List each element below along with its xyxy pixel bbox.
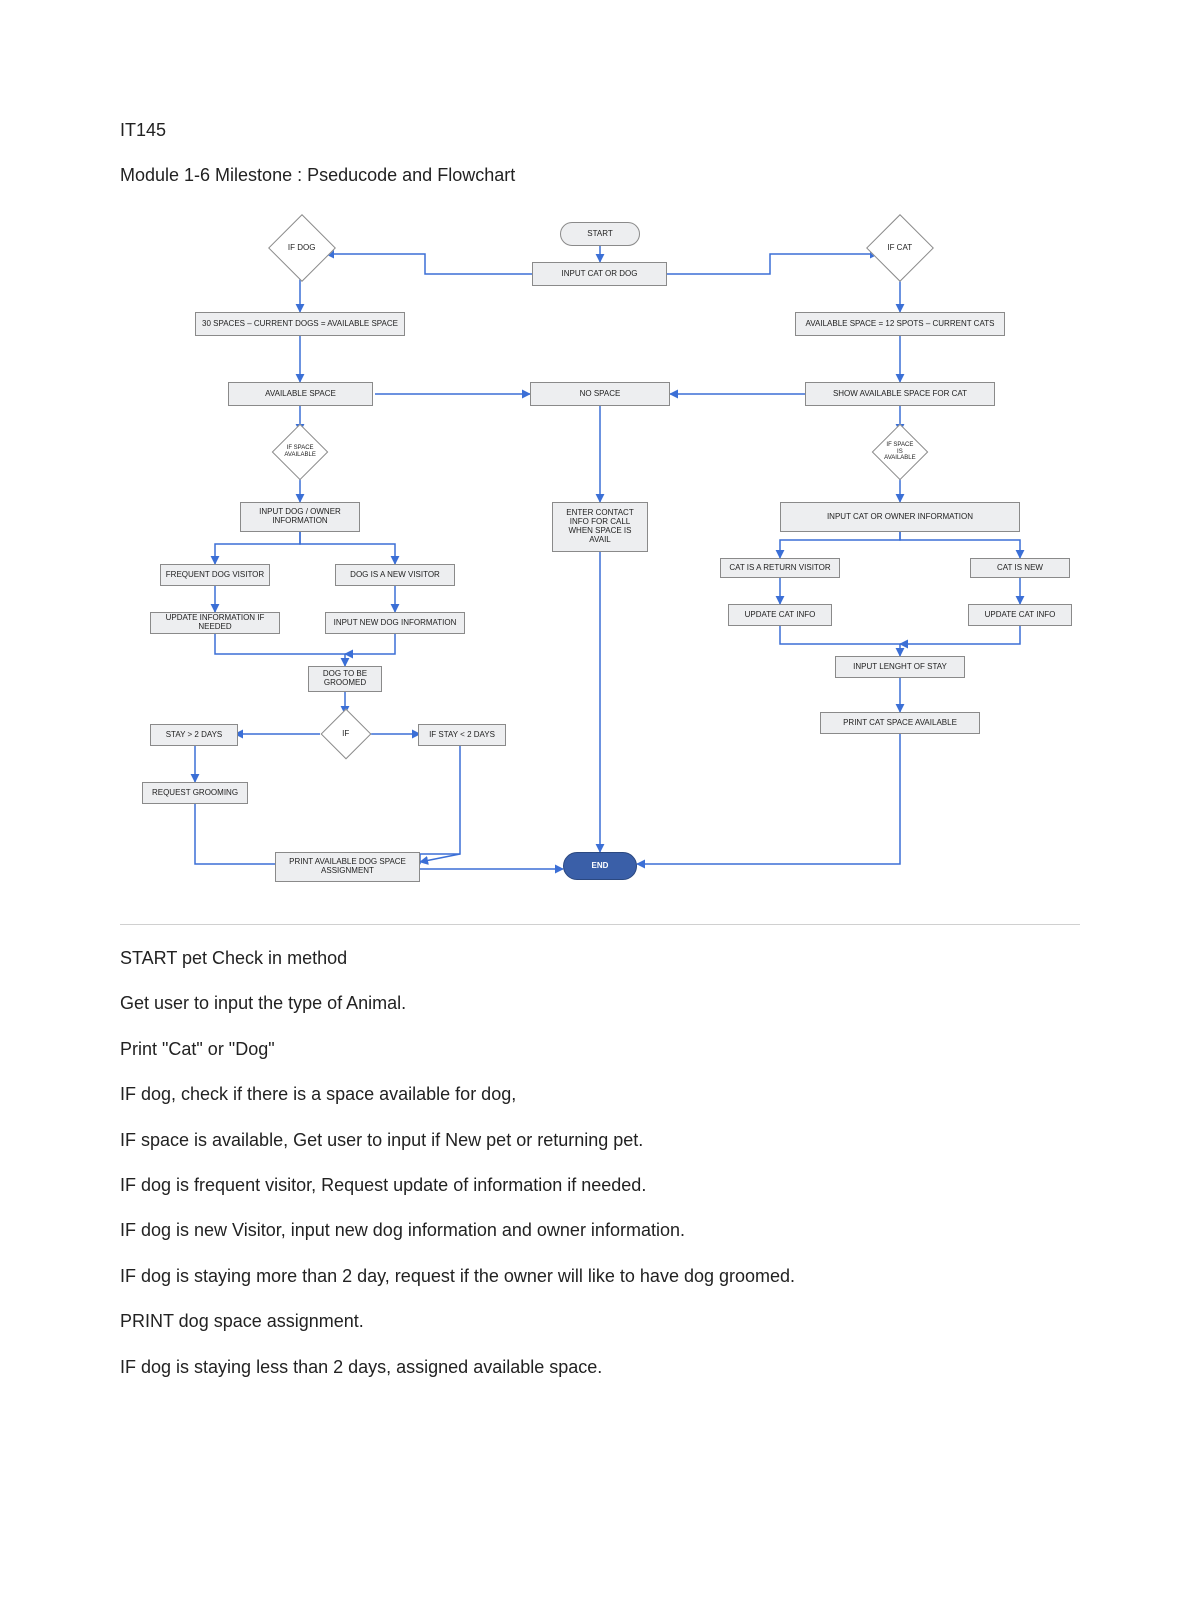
label: INPUT CAT OR DOG — [561, 270, 637, 279]
node-if-cat: IF CAT — [866, 214, 934, 282]
label: IF CAT — [881, 244, 919, 253]
label: IF SPACE IS AVAILABLE — [884, 442, 915, 462]
label: CAT IS NEW — [997, 564, 1043, 573]
label: DOG IS A NEW VISITOR — [350, 571, 440, 580]
node-cat-return-visitor: CAT IS A RETURN VISITOR — [720, 558, 840, 578]
label: INPUT LENGHT OF STAY — [853, 663, 947, 672]
course-code: IT145 — [120, 120, 1080, 141]
pseudocode-line: Print "Cat" or "Dog" — [120, 1038, 1080, 1061]
node-dog-to-groom: DOG TO BE GROOMED — [308, 666, 382, 692]
label: UPDATE CAT INFO — [985, 611, 1056, 620]
node-print-dog-space: PRINT AVAILABLE DOG SPACE ASSIGNMENT — [275, 852, 420, 882]
label: IF SPACE AVAILABLE — [284, 445, 315, 458]
node-update-info: UPDATE INFORMATION IF NEEDED — [150, 612, 280, 634]
label: UPDATE CAT INFO — [745, 611, 816, 620]
divider — [120, 924, 1080, 925]
label: PRINT CAT SPACE AVAILABLE — [843, 719, 957, 728]
label: ENTER CONTACT INFO FOR CALL WHEN SPACE I… — [557, 509, 643, 544]
label: DOG TO BE GROOMED — [313, 670, 377, 688]
node-if-space-available-dog: IF SPACE AVAILABLE — [272, 424, 329, 481]
node-start-label: START — [587, 230, 612, 239]
node-cat-is-new: CAT IS NEW — [970, 558, 1070, 578]
pseudocode-line: IF dog is frequent visitor, Request upda… — [120, 1174, 1080, 1197]
node-frequent-dog-visitor: FREQUENT DOG VISITOR — [160, 564, 270, 586]
label: END — [592, 862, 609, 871]
label: NO SPACE — [580, 390, 621, 399]
label: REQUEST GROOMING — [152, 789, 238, 798]
node-no-space: NO SPACE — [530, 382, 670, 406]
label: AVAILABLE SPACE — [265, 390, 336, 399]
pseudocode-line: IF dog is staying more than 2 day, reque… — [120, 1265, 1080, 1288]
label: IF STAY < 2 DAYS — [429, 731, 495, 740]
node-end: END — [563, 852, 637, 880]
node-cat-spaces-calc: AVAILABLE SPACE = 12 SPOTS – CURRENT CAT… — [795, 312, 1005, 336]
label: AVAILABLE SPACE = 12 SPOTS – CURRENT CAT… — [806, 320, 995, 329]
node-print-cat-space: PRINT CAT SPACE AVAILABLE — [820, 712, 980, 734]
pseudocode-line: IF space is available, Get user to input… — [120, 1129, 1080, 1152]
node-input-cat-owner: INPUT CAT OR OWNER INFORMATION — [780, 502, 1020, 532]
node-update-cat-info: UPDATE CAT INFO — [728, 604, 832, 626]
node-dog-spaces-calc: 30 SPACES – CURRENT DOGS = AVAILABLE SPA… — [195, 312, 405, 336]
pseudocode-line: IF dog is staying less than 2 days, assi… — [120, 1356, 1080, 1379]
pseudocode-line: PRINT dog space assignment. — [120, 1310, 1080, 1333]
label: SHOW AVAILABLE SPACE FOR CAT — [833, 390, 967, 399]
node-dog-new-visitor: DOG IS A NEW VISITOR — [335, 564, 455, 586]
node-show-cat-space: SHOW AVAILABLE SPACE FOR CAT — [805, 382, 995, 406]
node-if-diamond: IF — [321, 709, 372, 760]
node-available-space: AVAILABLE SPACE — [228, 382, 373, 406]
pseudocode-line: Get user to input the type of Animal. — [120, 992, 1080, 1015]
node-input-length-stay: INPUT LENGHT OF STAY — [835, 656, 965, 678]
node-if-space-available-cat: IF SPACE IS AVAILABLE — [872, 424, 929, 481]
node-start: START — [560, 222, 640, 246]
node-request-grooming: REQUEST GROOMING — [142, 782, 248, 804]
page-title: Module 1-6 Milestone : Pseducode and Flo… — [120, 165, 1080, 186]
label: IF — [333, 730, 359, 739]
label: PRINT AVAILABLE DOG SPACE ASSIGNMENT — [280, 858, 415, 876]
label: UPDATE INFORMATION IF NEEDED — [155, 614, 275, 632]
pseudocode-line: IF dog is new Visitor, input new dog inf… — [120, 1219, 1080, 1242]
label: CAT IS A RETURN VISITOR — [729, 564, 830, 573]
node-input-dog-owner: INPUT DOG / OWNER INFORMATION — [240, 502, 360, 532]
node-input-new-dog-info: INPUT NEW DOG INFORMATION — [325, 612, 465, 634]
node-update-cat-info2: UPDATE CAT INFO — [968, 604, 1072, 626]
node-if-stay-less-2: IF STAY < 2 DAYS — [418, 724, 506, 746]
pseudocode-section: START pet Check in method Get user to in… — [120, 947, 1080, 1379]
label: FREQUENT DOG VISITOR — [166, 571, 264, 580]
label: INPUT CAT OR OWNER INFORMATION — [827, 513, 973, 522]
label: INPUT DOG / OWNER INFORMATION — [245, 508, 355, 526]
pseudocode-line: START pet Check in method — [120, 947, 1080, 970]
node-enter-contact: ENTER CONTACT INFO FOR CALL WHEN SPACE I… — [552, 502, 648, 552]
label: STAY > 2 DAYS — [166, 731, 223, 740]
flowchart: START INPUT CAT OR DOG IF DOG IF CAT 30 … — [120, 214, 1080, 914]
pseudocode-line: IF dog, check if there is a space availa… — [120, 1083, 1080, 1106]
node-input-cat-or-dog: INPUT CAT OR DOG — [532, 262, 667, 286]
node-if-dog: IF DOG — [268, 214, 336, 282]
label: 30 SPACES – CURRENT DOGS = AVAILABLE SPA… — [202, 320, 398, 329]
node-stay-greater-2: STAY > 2 DAYS — [150, 724, 238, 746]
label: INPUT NEW DOG INFORMATION — [334, 619, 457, 628]
label: IF DOG — [283, 244, 321, 253]
